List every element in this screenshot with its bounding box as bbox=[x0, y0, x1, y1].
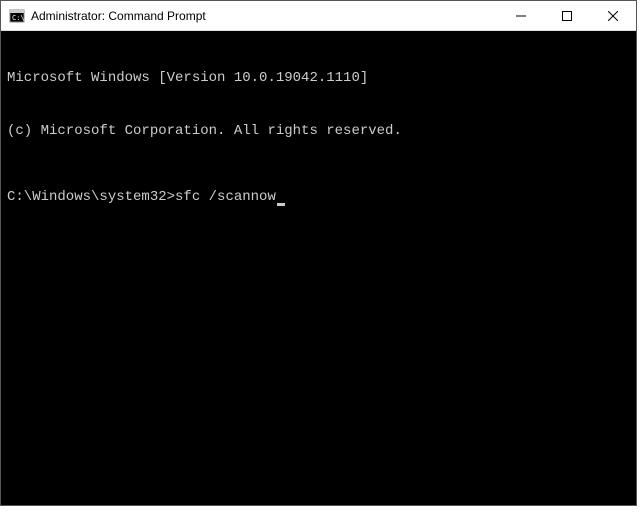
maximize-button[interactable] bbox=[544, 1, 590, 30]
window-controls bbox=[498, 1, 636, 30]
minimize-icon bbox=[516, 11, 526, 21]
command-prompt-window: C:\ Administrator: Command Prompt Micros… bbox=[0, 0, 637, 506]
prompt-text: C:\Windows\system32> bbox=[7, 189, 175, 205]
command-text: sfc /scannow bbox=[175, 189, 276, 205]
cursor bbox=[277, 203, 285, 206]
cmd-icon: C:\ bbox=[9, 8, 25, 24]
titlebar[interactable]: C:\ Administrator: Command Prompt bbox=[1, 1, 636, 31]
minimize-button[interactable] bbox=[498, 1, 544, 30]
close-icon bbox=[608, 11, 618, 21]
prompt-line: C:\Windows\system32>sfc /scannow bbox=[7, 189, 630, 207]
terminal-area[interactable]: Microsoft Windows [Version 10.0.19042.11… bbox=[1, 31, 636, 505]
window-title: Administrator: Command Prompt bbox=[31, 9, 498, 23]
maximize-icon bbox=[562, 11, 572, 21]
close-button[interactable] bbox=[590, 1, 636, 30]
svg-text:C:\: C:\ bbox=[12, 14, 25, 22]
copyright-line: (c) Microsoft Corporation. All rights re… bbox=[7, 123, 630, 141]
version-line: Microsoft Windows [Version 10.0.19042.11… bbox=[7, 70, 630, 88]
